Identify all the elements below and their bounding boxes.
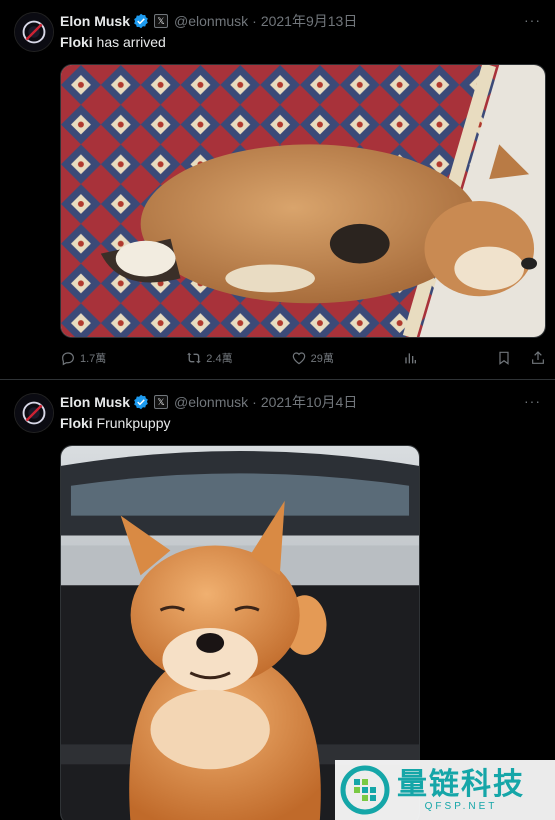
- bookmark-icon[interactable]: [496, 350, 512, 366]
- separator: ·: [252, 394, 257, 410]
- views-button[interactable]: [402, 350, 418, 366]
- like-count: 29萬: [310, 353, 334, 365]
- like-button[interactable]: 29萬: [291, 350, 334, 366]
- reply-button[interactable]: 1.7萬: [60, 350, 106, 366]
- right-actions: [496, 350, 546, 366]
- reply-icon: [62, 352, 74, 366]
- reply-count: 1.7萬: [80, 353, 107, 365]
- tweet-text-rest: Frunkpuppy: [92, 415, 171, 431]
- verified-badge-icon: [134, 394, 148, 410]
- avatar[interactable]: [14, 393, 54, 433]
- tweet-text-bold: Floki: [60, 415, 93, 431]
- heart-icon: [292, 352, 305, 365]
- author-handle[interactable]: @elonmusk: [174, 394, 248, 410]
- tweet-date[interactable]: 2021年9月13日: [261, 11, 358, 31]
- tweet[interactable]: Elon Musk 𝕏 @elonmusk · 2021年10月4日 ··· F…: [0, 381, 555, 820]
- watermark-sub: QFSP.NET: [424, 800, 498, 812]
- repost-button[interactable]: 2.4萬: [186, 350, 233, 366]
- watermark-main: 量链科技: [397, 767, 525, 801]
- watermark-text: 量链科技 QFSP.NET: [397, 767, 525, 812]
- tweet-text-rest: has arrived: [92, 34, 166, 50]
- author-name[interactable]: Elon Musk: [60, 394, 130, 410]
- share-icon[interactable]: [530, 350, 546, 366]
- separator: ·: [252, 13, 257, 29]
- tweet-date[interactable]: 2021年10月4日: [261, 392, 358, 412]
- verified-badge-icon: [134, 13, 148, 29]
- tweet[interactable]: Elon Musk 𝕏 @elonmusk · 2021年9月13日 ··· F…: [0, 0, 555, 380]
- more-options-icon[interactable]: ···: [524, 393, 541, 409]
- avatar-image: [15, 13, 53, 51]
- repost-count: 2.4萬: [206, 353, 233, 365]
- affiliation-badge-icon[interactable]: 𝕏: [154, 14, 169, 28]
- watermark-logo-icon: [340, 765, 390, 815]
- tweet-text-bold: Floki: [60, 34, 93, 50]
- repost-icon: [187, 352, 202, 364]
- avatar-image: [15, 394, 53, 432]
- sleeping-shiba-puppy-photo: [61, 65, 545, 337]
- tweet-photo[interactable]: [60, 64, 546, 338]
- affiliation-badge-icon[interactable]: 𝕏: [154, 395, 169, 409]
- watermark: 量链科技 QFSP.NET: [335, 760, 555, 820]
- tweet-text: Floki Frunkpuppy: [60, 415, 171, 431]
- author-name[interactable]: Elon Musk: [60, 13, 130, 29]
- tweet-text: Floki has arrived: [60, 34, 166, 50]
- tweet-header: Elon Musk 𝕏 @elonmusk · 2021年10月4日: [60, 393, 357, 411]
- more-options-icon[interactable]: ···: [524, 12, 541, 28]
- action-bar: 1.7萬 2.4萬 29萬: [60, 348, 546, 368]
- views-chart-icon: [405, 353, 416, 364]
- author-handle[interactable]: @elonmusk: [174, 13, 248, 29]
- tweet-header: Elon Musk 𝕏 @elonmusk · 2021年9月13日: [60, 12, 357, 30]
- avatar[interactable]: [14, 12, 54, 52]
